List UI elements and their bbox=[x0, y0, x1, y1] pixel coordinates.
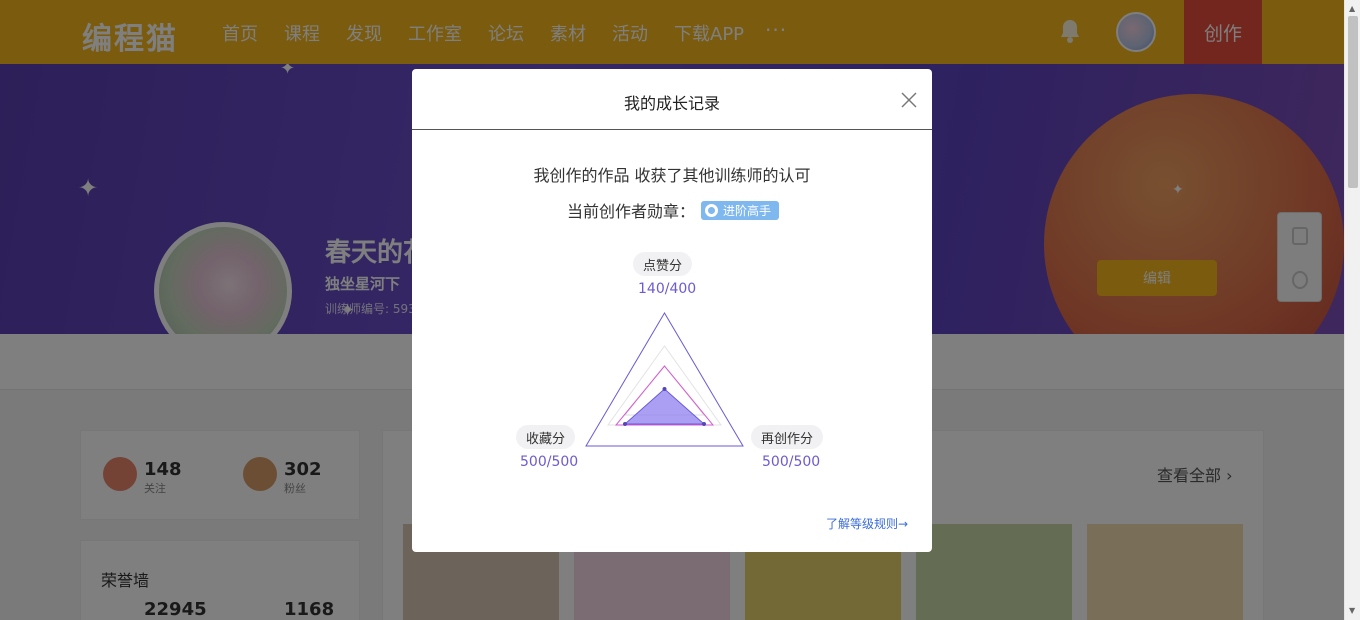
axis-remix-score: 500/500 bbox=[762, 454, 821, 470]
modal-headline: 我创作的作品 收获了其他训练师的认可 bbox=[533, 166, 811, 185]
close-icon[interactable] bbox=[900, 91, 918, 109]
modal-header: 我的成长记录 bbox=[412, 69, 932, 130]
axis-favorites-label: 收藏分 bbox=[516, 425, 576, 449]
badge-label: 进阶高手 bbox=[723, 203, 772, 218]
radar-point-likes bbox=[662, 387, 667, 391]
axis-remix-label: 再创作分 bbox=[751, 425, 824, 449]
badge-prefix: 当前创作者勋章： bbox=[567, 202, 696, 221]
badge-shield-icon bbox=[705, 203, 719, 217]
page-scrollbar[interactable]: ▲ ▼ bbox=[1344, 0, 1360, 620]
modal-title: 我的成长记录 bbox=[623, 94, 720, 113]
radar-value-area bbox=[623, 388, 706, 425]
creator-badge: 进阶高手 bbox=[701, 200, 780, 220]
scroll-up-icon[interactable]: ▲ bbox=[1349, 4, 1355, 13]
level-rules-link[interactable]: 了解等级规则→ bbox=[826, 515, 908, 532]
growth-record-modal: 我的成长记录 我创作的作品 收获了其他训练师的认可 当前创作者勋章： 进阶高手 … bbox=[412, 69, 932, 552]
scroll-thumb[interactable] bbox=[1348, 16, 1358, 188]
axis-favorites-score: 500/500 bbox=[520, 454, 579, 470]
radar-outer-triangle bbox=[585, 312, 744, 447]
radar-point-favorites bbox=[623, 422, 627, 426]
creator-badge-line: 当前创作者勋章： 进阶高手 bbox=[567, 198, 780, 222]
growth-radar-chart bbox=[585, 312, 744, 447]
radar-point-remix bbox=[702, 422, 706, 426]
scroll-down-icon[interactable]: ▼ bbox=[1349, 606, 1355, 615]
axis-likes-label: 点赞分 bbox=[633, 252, 693, 276]
axis-likes-score: 140/400 bbox=[638, 281, 697, 297]
